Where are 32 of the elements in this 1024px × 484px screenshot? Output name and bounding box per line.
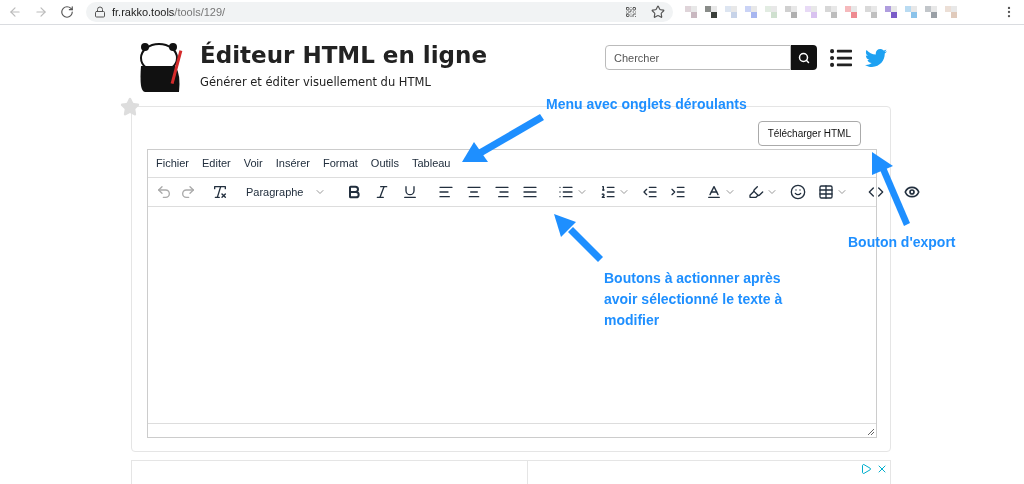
menu-item[interactable]: Fichier [156, 155, 189, 172]
ad-info-icon[interactable] [860, 463, 872, 475]
site-subtitle: Générer et éditer visuellement du HTML [200, 74, 432, 91]
menu-item[interactable]: Editer [202, 155, 231, 172]
annotation-arrow [554, 214, 603, 262]
twitter-icon[interactable] [865, 46, 887, 69]
download-button[interactable]: Télécharger HTML [757, 121, 861, 146]
address-bar[interactable]: fr.rakko.tools/tools/129/ [86, 2, 673, 22]
url-text: fr.rakko.tools/tools/129/ [112, 4, 226, 20]
menu-item[interactable]: Voir [243, 155, 263, 172]
search-button[interactable] [791, 45, 817, 70]
close-icon[interactable] [876, 463, 888, 475]
qr-code-icon[interactable] [625, 6, 637, 18]
menu-item[interactable]: Insérer [275, 155, 310, 172]
bookmark-icon[interactable] [651, 5, 665, 19]
extension-icon[interactable] [885, 6, 897, 18]
menu-item[interactable]: Tableau [411, 155, 451, 172]
extension-icon[interactable] [705, 6, 717, 18]
search-icon [798, 51, 810, 64]
reload-icon[interactable] [60, 5, 74, 19]
annotation-text: Bouton d'export [848, 233, 956, 252]
search-field[interactable]: Chercher [605, 45, 791, 70]
menu-item[interactable]: Outils [370, 155, 399, 172]
annotation-text: Menu avec onglets déroulants [546, 95, 747, 114]
block-format-dropdown[interactable]: Paragraphe [240, 180, 332, 204]
site-title: Éditeur HTML en ligne [200, 41, 488, 69]
annotation-text: Boutons à actionner après avoir sélectionné le texte à modifier [604, 269, 784, 330]
menu-icon[interactable] [829, 46, 853, 69]
resize-handle-icon[interactable] [868, 429, 874, 435]
menu-item[interactable]: Format [323, 155, 358, 172]
lock-icon [94, 6, 106, 18]
star-icon[interactable] [120, 97, 140, 117]
